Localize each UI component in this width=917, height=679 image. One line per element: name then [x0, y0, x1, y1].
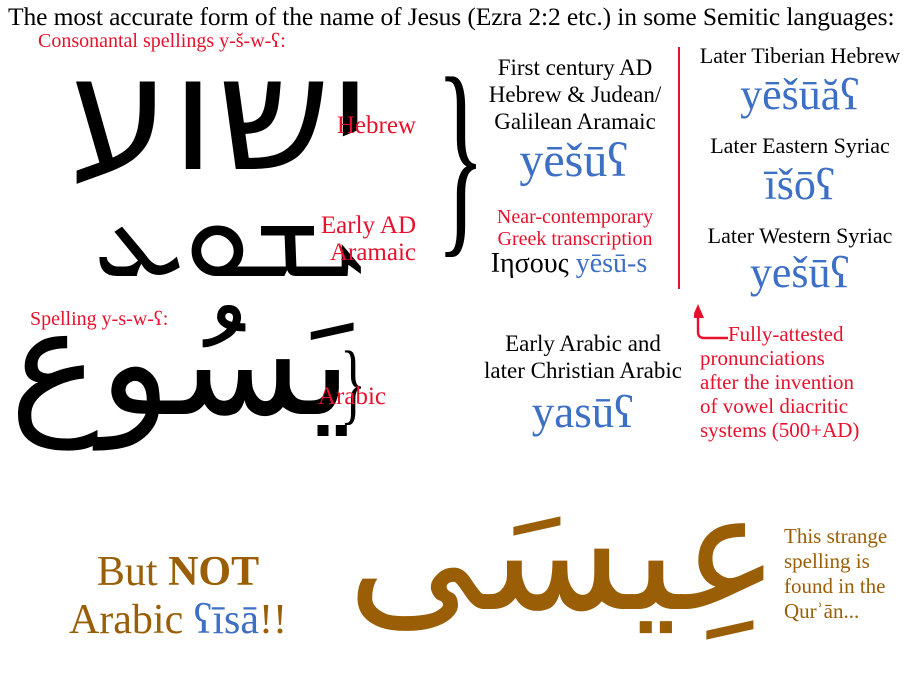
middle-description-line1: First century AD	[497, 55, 653, 80]
bottom-warning-text: But NOT Arabic ʕīsā!!	[28, 548, 328, 644]
bottom-warning-not: NOT	[168, 549, 260, 595]
vertical-divider	[678, 47, 680, 289]
right-heading-tiberian-hebrew: Later Tiberian Hebrew	[699, 43, 901, 68]
arabic-script-word: يَسُوع	[9, 276, 352, 450]
right-note-line3: after the invention	[700, 370, 854, 394]
quran-note-line1: This strange	[784, 524, 888, 548]
greek-caption-line2: Greek transcription	[497, 228, 653, 250]
language-label-hebrew: Hebrew	[336, 112, 416, 139]
middle-description-line3: Galilean Aramaic	[494, 109, 656, 134]
arabic-description-line1: Early Arabic and	[505, 331, 661, 356]
greek-transcription-caption: Near-contemporary Greek transcription	[470, 206, 680, 250]
bottom-warning-isa: ʕīsā	[193, 597, 260, 643]
middle-description-line2: Hebrew & Judean/	[488, 82, 662, 107]
right-form-eastern-syriac: īšōʕ	[764, 160, 836, 209]
right-column-note: Fully-attested pronunciations after the …	[700, 322, 916, 442]
arabic-description: Early Arabic and later Christian Arabic	[468, 330, 698, 384]
quran-note-line4: Qurʾān...	[784, 599, 860, 623]
middle-pronunciation-yesu: yēšūʕ	[519, 134, 629, 187]
bottom-warning-arabic-label: Arabic	[68, 597, 194, 643]
bottom-warning-line1: But NOT	[28, 548, 328, 596]
arabic-description-line2: later Christian Arabic	[484, 358, 682, 383]
language-label-early-aramaic: Early AD Aramaic	[236, 212, 416, 266]
middle-description-first-century: First century AD Hebrew & Judean/ Galile…	[470, 54, 680, 135]
language-label-early-aramaic-line2: Aramaic	[329, 239, 416, 266]
greek-word: Ιησους	[490, 248, 569, 279]
bottom-warning-line2: Arabic ʕīsā!!	[28, 596, 328, 644]
quran-arabic-word: عِيسَى	[347, 456, 780, 648]
quran-note-line3: found in the	[784, 574, 886, 598]
right-note-line1: Fully-attested	[728, 322, 844, 346]
greek-transcription-row: Ιησους yēsū-s	[458, 249, 680, 279]
right-heading-eastern-syriac: Later Eastern Syriac	[710, 133, 890, 158]
right-note-line4: of vowel diacritic	[700, 394, 849, 418]
right-note-line5: systems (500+AD)	[700, 418, 860, 442]
infographic-canvas: The most accurate form of the name of Je…	[0, 0, 917, 679]
arabic-pronunciation-yasu: yasūʕ	[531, 387, 635, 437]
right-form-western-syriac: yešūʕ	[749, 248, 851, 297]
right-heading-western-syriac: Later Western Syriac	[707, 223, 893, 248]
right-note-line2: pronunciations	[700, 346, 825, 370]
language-label-arabic: Arabic	[317, 383, 386, 410]
bottom-warning-but: But	[96, 549, 169, 595]
language-label-early-aramaic-line1: Early AD	[320, 212, 416, 239]
quran-note: This strange spelling is found in the Qu…	[784, 524, 916, 624]
bottom-warning-exclamations: !!	[259, 597, 288, 643]
quran-note-line2: spelling is	[784, 549, 870, 573]
right-form-tiberian-hebrew: yēšūăʕ	[740, 70, 860, 119]
greek-transliteration: yēsū-s	[575, 248, 648, 279]
greek-caption-line1: Near-contemporary	[496, 206, 654, 228]
